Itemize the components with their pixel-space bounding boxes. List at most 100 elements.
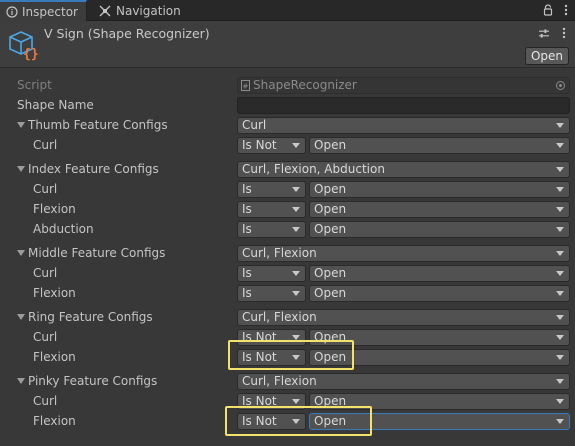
group-label: Pinky Feature Configs — [28, 374, 158, 388]
dropdown-value: Is — [242, 222, 252, 236]
foldout-pinky[interactable]: Pinky Feature Configs — [17, 371, 157, 391]
tab-navigation-label: Navigation — [116, 3, 181, 18]
svg-text:#: # — [243, 83, 249, 91]
chevron-down-icon — [292, 227, 300, 232]
lock-icon[interactable] — [543, 3, 553, 17]
svg-text:{}: {} — [23, 47, 39, 62]
dropdown-value: Curl, Flexion — [242, 246, 317, 260]
window-tab-bar: Inspector Navigation — [0, 0, 575, 21]
object-picker-icon[interactable] — [556, 81, 565, 90]
feature-label: Curl — [33, 182, 58, 196]
foldout-index[interactable]: Index Feature Configs — [17, 159, 159, 179]
foldout-ring[interactable]: Ring Feature Configs — [17, 307, 153, 327]
group-label: Index Feature Configs — [28, 162, 159, 176]
mode-dropdown[interactable]: Is — [237, 181, 306, 198]
thumb-curl-row: Curl Is Not Open — [0, 135, 575, 155]
tab-navigation[interactable]: Navigation — [92, 0, 192, 21]
group-pinky-header: Pinky Feature Configs Curl, Flexion — [0, 371, 575, 391]
highlight-ring-flexion — [228, 340, 354, 370]
kebab-menu-icon[interactable] — [561, 3, 571, 17]
mode-dropdown[interactable]: Is — [237, 285, 306, 302]
state-dropdown[interactable]: Open — [309, 265, 570, 282]
feature-label: Flexion — [33, 350, 76, 364]
script-object-field[interactable]: # ShapeRecognizer — [237, 77, 570, 94]
dropdown-value: Open — [314, 222, 347, 236]
inspector-body: Script # ShapeRecognizer Shape Name Thum… — [0, 69, 575, 446]
open-button[interactable]: Open — [525, 47, 569, 65]
pinky-features-mask-dropdown[interactable]: Curl, Flexion — [237, 373, 570, 390]
index-curl-row: Curl Is Open — [0, 179, 575, 199]
foldout-arrow-icon — [17, 166, 25, 172]
highlight-pinky-flexion — [225, 406, 372, 436]
state-dropdown[interactable]: Open — [309, 285, 570, 302]
chevron-down-icon — [556, 315, 564, 320]
dropdown-value: Open — [314, 138, 347, 152]
object-title: V Sign (Shape Recognizer) — [44, 26, 210, 41]
mode-dropdown[interactable]: Is — [237, 221, 306, 238]
dropdown-value: Is — [242, 182, 252, 196]
shape-name-row: Shape Name — [0, 95, 575, 115]
dropdown-value: Open — [314, 286, 347, 300]
tab-inspector[interactable]: Inspector — [0, 0, 87, 21]
chevron-down-icon — [556, 335, 564, 340]
dropdown-value: Curl, Flexion — [242, 374, 317, 388]
feature-label: Curl — [33, 266, 58, 280]
chevron-down-icon — [556, 399, 564, 404]
navigation-icon — [98, 4, 112, 18]
state-dropdown[interactable]: Open — [309, 201, 570, 218]
kebab-menu-icon[interactable] — [559, 27, 569, 39]
group-middle-header: Middle Feature Configs Curl, Flexion — [0, 243, 575, 263]
group-label: Thumb Feature Configs — [28, 118, 168, 132]
middle-curl-row: Curl Is Open — [0, 263, 575, 283]
feature-label: Flexion — [33, 202, 76, 216]
chevron-down-icon — [292, 291, 300, 296]
group-index-header: Index Feature Configs Curl, Flexion, Abd… — [0, 159, 575, 179]
state-dropdown[interactable]: Open — [309, 137, 570, 154]
dropdown-value: Curl — [242, 118, 267, 132]
dropdown-value: Open — [314, 182, 347, 196]
foldout-arrow-icon — [17, 250, 25, 256]
chevron-down-icon — [556, 419, 564, 424]
foldout-thumb[interactable]: Thumb Feature Configs — [17, 115, 168, 135]
foldout-arrow-icon — [17, 122, 25, 128]
preset-sliders-icon[interactable] — [539, 27, 549, 39]
dropdown-value: Open — [314, 202, 347, 216]
chevron-down-icon — [556, 379, 564, 384]
index-flexion-row: Flexion Is Open — [0, 199, 575, 219]
dropdown-value: Is — [242, 202, 252, 216]
foldout-middle[interactable]: Middle Feature Configs — [17, 243, 165, 263]
shape-name-label: Shape Name — [17, 98, 94, 112]
script-file-icon: # — [241, 80, 250, 91]
thumb-features-mask-dropdown[interactable]: Curl — [237, 117, 570, 134]
group-thumb-header: Thumb Feature Configs Curl — [0, 115, 575, 135]
foldout-arrow-icon — [17, 378, 25, 384]
feature-label: Curl — [33, 138, 58, 152]
script-row: Script # ShapeRecognizer — [0, 75, 575, 95]
tab-inspector-label: Inspector — [22, 4, 78, 19]
feature-label: Flexion — [33, 286, 76, 300]
group-ring-header: Ring Feature Configs Curl, Flexion — [0, 307, 575, 327]
dropdown-value: Open — [314, 266, 347, 280]
script-label: Script — [17, 78, 52, 92]
middle-features-mask-dropdown[interactable]: Curl, Flexion — [237, 245, 570, 262]
chevron-down-icon — [292, 271, 300, 276]
group-label: Ring Feature Configs — [28, 310, 153, 324]
dropdown-value: Curl, Flexion — [242, 310, 317, 324]
mode-dropdown[interactable]: Is — [237, 201, 306, 218]
scriptable-object-icon: {} — [6, 27, 42, 63]
state-dropdown[interactable]: Open — [309, 181, 570, 198]
chevron-down-icon — [556, 187, 564, 192]
inspector-header: {} V Sign (Shape Recognizer) Open — [0, 21, 575, 68]
state-dropdown[interactable]: Open — [309, 221, 570, 238]
dropdown-value: Is — [242, 286, 252, 300]
shape-name-input[interactable] — [237, 97, 570, 114]
ring-features-mask-dropdown[interactable]: Curl, Flexion — [237, 309, 570, 326]
mode-dropdown[interactable]: Is — [237, 265, 306, 282]
mode-dropdown[interactable]: Is Not — [237, 137, 306, 154]
info-icon — [6, 5, 18, 19]
chevron-down-icon — [556, 227, 564, 232]
chevron-down-icon — [556, 207, 564, 212]
feature-label: Flexion — [33, 414, 76, 428]
chevron-down-icon — [556, 167, 564, 172]
index-features-mask-dropdown[interactable]: Curl, Flexion, Abduction — [237, 161, 570, 178]
